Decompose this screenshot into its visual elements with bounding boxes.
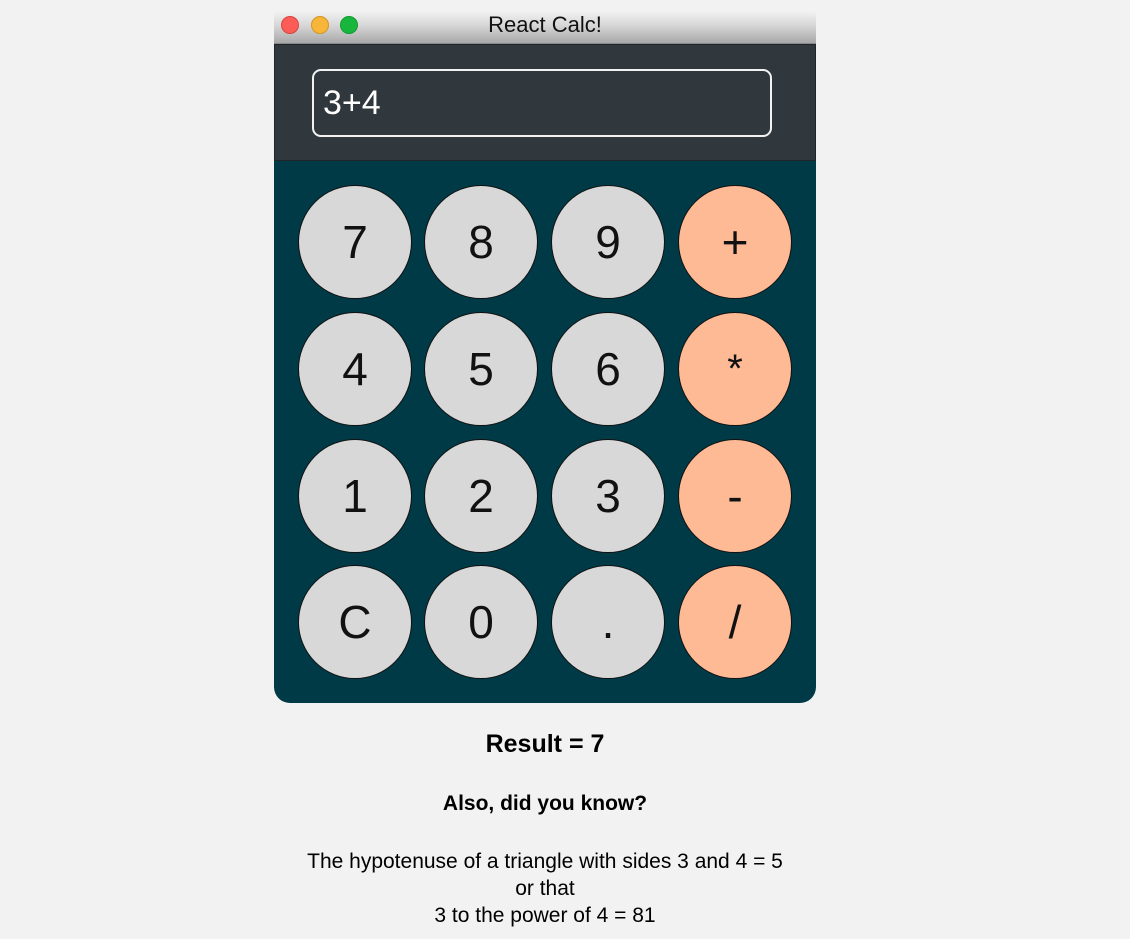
key-0[interactable]: 0 [424, 565, 538, 679]
key-4[interactable]: 4 [298, 312, 412, 426]
key-3[interactable]: 3 [551, 439, 665, 553]
key-clear[interactable]: C [298, 565, 412, 679]
result-text: Result = 7 [485, 730, 605, 758]
title-bar[interactable]: React Calc! [274, 10, 816, 44]
key-decimal[interactable]: . [551, 565, 665, 679]
key-multiply[interactable]: * [678, 312, 792, 426]
did-you-know-heading: Also, did you know? [442, 792, 648, 815]
key-2[interactable]: 2 [424, 439, 538, 553]
window-title: React Calc! [488, 12, 602, 37]
fact-line-2: or that [515, 877, 575, 900]
key-5[interactable]: 5 [424, 312, 538, 426]
fact-line-3: 3 to the power of 4 = 81 [434, 904, 656, 927]
key-9[interactable]: 9 [551, 185, 665, 299]
fact-line-1: The hypotenuse of a triangle with sides … [307, 850, 783, 873]
keypad: 7 8 9 + 4 5 6 * 1 2 3 - C 0 . / [274, 161, 816, 703]
calculator-window: React Calc! 7 8 9 + 4 5 6 * 1 2 3 - C 0 … [274, 10, 816, 703]
key-divide[interactable]: / [678, 565, 792, 679]
display-panel [274, 44, 816, 161]
key-minus[interactable]: - [678, 439, 792, 553]
key-8[interactable]: 8 [424, 185, 538, 299]
key-plus[interactable]: + [678, 185, 792, 299]
key-7[interactable]: 7 [298, 185, 412, 299]
key-6[interactable]: 6 [551, 312, 665, 426]
expression-input[interactable] [312, 69, 772, 137]
key-1[interactable]: 1 [298, 439, 412, 553]
